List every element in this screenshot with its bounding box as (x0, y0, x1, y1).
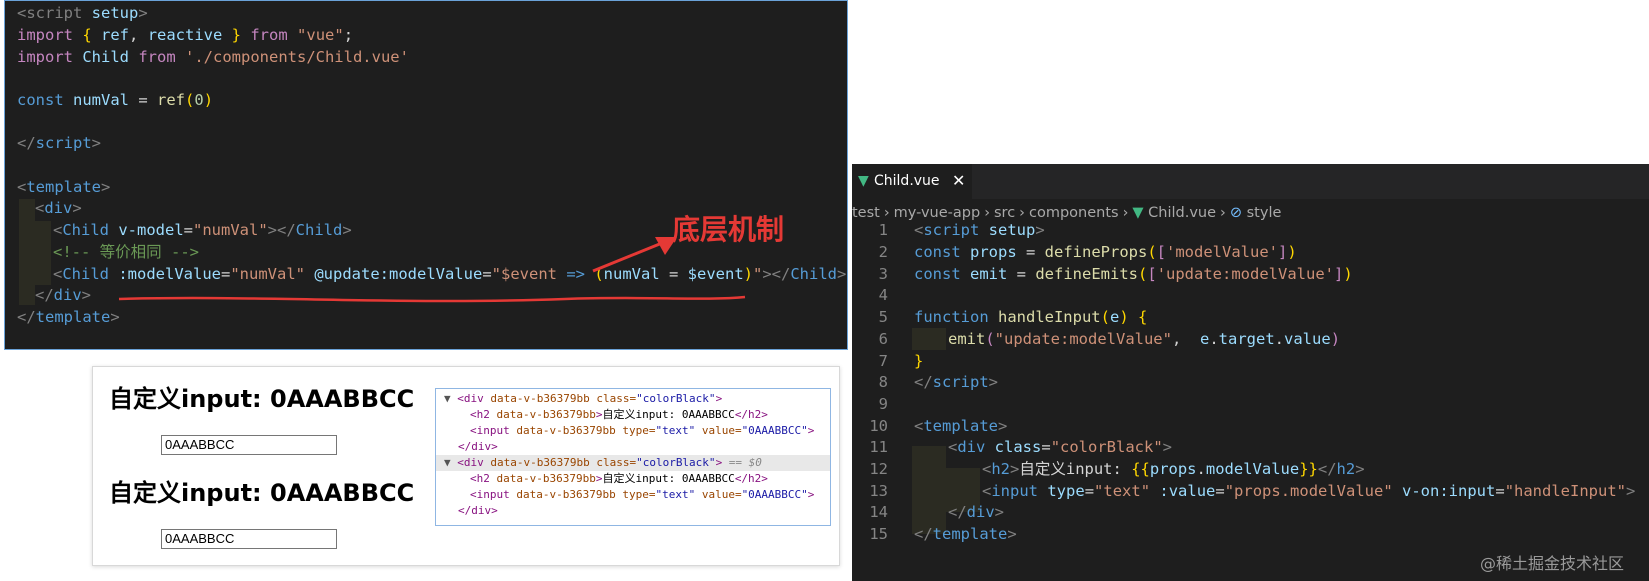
tab-child-vue[interactable]: ▼ Child.vue ✕ (852, 164, 972, 199)
watermark: @稀土掘金技术社区 (1480, 554, 1625, 573)
dom-node[interactable]: </div> (458, 503, 498, 519)
editor-line-13: <input type="text" :value="props.modelVa… (982, 482, 1636, 500)
breadcrumb-item[interactable]: Child.vue (1148, 205, 1216, 221)
line-number: 4 (878, 286, 888, 304)
dom-node-selected[interactable]: ▼ <div data-v-b36379bb class="colorBlack… (444, 455, 762, 471)
annotation-label: 底层机制 (672, 213, 785, 246)
expand-triangle-icon[interactable]: ▼ (444, 456, 451, 469)
devtools-elements-panel: ▼ <div data-v-b36379bb class="colorBlack… (435, 388, 831, 526)
dom-node[interactable]: <input data-v-b36379bb type="text" value… (470, 423, 814, 439)
editor-line-10: <template> (914, 417, 1008, 435)
editor-line-1: <script setup> (914, 221, 1045, 239)
dom-node[interactable]: <h2 data-v-b36379bb>自定义input: 0AAABBCC</… (470, 471, 768, 487)
preview-heading-1: 自定义input: 0AAABBCC (109, 385, 415, 413)
line-number: 3 (878, 265, 888, 283)
chevron-right-icon: › (1220, 205, 1226, 221)
dom-node[interactable]: ▼ <div data-v-b36379bb class="colorBlack… (444, 391, 722, 407)
line-number: 15 (869, 525, 888, 543)
editor-line-14: </div> (948, 503, 1005, 521)
arrow-shaft (592, 239, 668, 273)
editor-line-2: const props = defineProps(['modelValue']… (914, 243, 1297, 261)
dom-node[interactable]: <h2 data-v-b36379bb>自定义input: 0AAABBCC</… (470, 407, 768, 423)
line-number: 2 (878, 243, 888, 261)
close-icon[interactable]: ✕ (952, 171, 965, 190)
chevron-right-icon: › (1122, 205, 1129, 221)
indent-guide (912, 328, 946, 350)
symbol-icon: ⊘ (1229, 205, 1247, 221)
line-number: 5 (878, 308, 888, 326)
indent-guide (912, 446, 946, 534)
parent-code-panel: <script setup> import { ref, reactive } … (4, 0, 848, 350)
line-number: 9 (878, 395, 888, 413)
vue-file-icon: ▼ (858, 173, 869, 189)
breadcrumb-item[interactable]: style (1247, 205, 1282, 221)
editor-line-11: <div class="colorBlack"> (948, 438, 1173, 456)
underline-annotation (118, 295, 746, 303)
line-number: 1 (878, 221, 888, 239)
editor-line-3: const emit = defineEmits(['update:modelV… (914, 265, 1353, 283)
preview-text-input-1[interactable]: 0AAABBCC (161, 435, 337, 455)
line-number: 12 (869, 460, 888, 478)
preview-text-input-2[interactable]: 0AAABBCC (161, 529, 337, 549)
tab-label: Child.vue (874, 173, 940, 189)
editor-line-7: } (914, 352, 924, 370)
editor-line-12: <h2>自定义input: {{props.modelValue}}</h2> (982, 460, 1365, 478)
preview-heading-2: 自定义input: 0AAABBCC (109, 479, 415, 507)
line-number: 11 (869, 438, 888, 456)
line-number: 14 (869, 503, 888, 521)
line-number: 10 (869, 417, 888, 435)
dom-node[interactable]: </div> (458, 439, 498, 455)
tab-bar: ▼ Child.vue ✕ (852, 164, 1649, 199)
editor-line-8: </script> (914, 373, 999, 391)
line-number: 13 (869, 482, 888, 500)
expand-triangle-icon[interactable]: ▼ (444, 392, 451, 405)
code-editor: ▼ Child.vue ✕ test › my-vue-app › src › compon… (852, 164, 1649, 581)
editor-line-6: emit("update:modelValue", e.target.value… (948, 330, 1341, 348)
line-number: 7 (878, 352, 888, 370)
dom-node[interactable]: <input data-v-b36379bb type="text" value… (470, 487, 814, 503)
red-annotation-drawing (118, 237, 746, 303)
vue-file-icon: ▼ (1132, 205, 1149, 221)
editor-line-5: function handleInput(e) { (914, 308, 1148, 326)
editor-line-15: </template> (914, 525, 1017, 543)
line-number: 6 (878, 330, 888, 348)
line-number: 8 (878, 373, 888, 391)
